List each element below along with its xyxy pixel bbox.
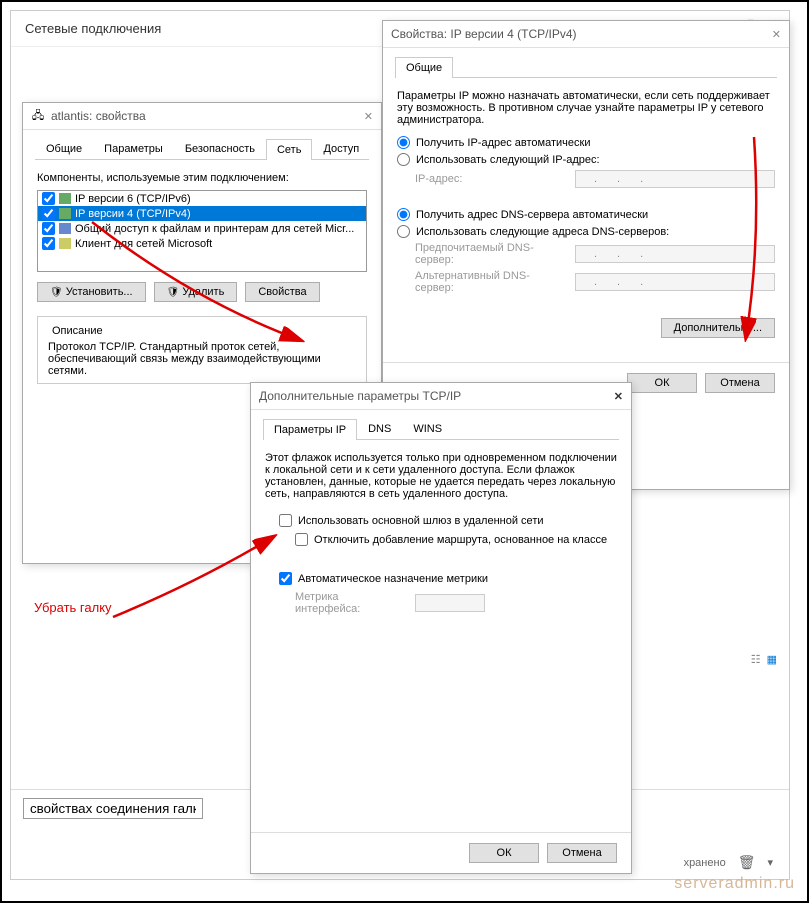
components-list[interactable]: IP версии 6 (TCP/IPv6) IP версии 4 (TCP/… bbox=[37, 190, 367, 272]
install-button[interactable]: Установить... bbox=[37, 282, 146, 302]
radio-label: Использовать следующий IP-адрес: bbox=[416, 154, 600, 166]
list-item-label: IP версии 6 (TCP/IPv6) bbox=[75, 193, 191, 205]
tab-network[interactable]: Сеть bbox=[266, 139, 312, 160]
description-title: Описание bbox=[48, 325, 107, 337]
ok-button[interactable]: ОК bbox=[627, 373, 697, 393]
radio-label: Использовать следующие адреса DNS-сервер… bbox=[416, 226, 669, 238]
radio-label: Получить адрес DNS-сервера автоматически bbox=[416, 209, 648, 221]
detail-view-icon[interactable]: ▦ bbox=[767, 653, 777, 666]
tab-general[interactable]: Общие bbox=[395, 57, 453, 78]
close-icon[interactable]: ✕ bbox=[614, 390, 623, 403]
ip-address-field: ... bbox=[575, 170, 775, 188]
watermark: serveradmin.ru bbox=[674, 875, 795, 893]
saved-label: хранено bbox=[684, 857, 726, 869]
description-text: Протокол TCP/IP. Стандартный проток сете… bbox=[48, 341, 356, 377]
radio-label: Получить IP-адрес автоматически bbox=[416, 137, 590, 149]
intro-text: Этот флажок используется только при одно… bbox=[265, 452, 617, 500]
client-icon bbox=[59, 238, 71, 249]
dns-pref-field: ... bbox=[575, 245, 775, 263]
tab-dns[interactable]: DNS bbox=[357, 418, 402, 439]
ok-button[interactable]: ОК bbox=[469, 843, 539, 863]
tab-ip-params[interactable]: Параметры IP bbox=[263, 419, 357, 440]
checkbox[interactable] bbox=[42, 222, 55, 235]
dns-pref-label: Предпочитаемый DNS-сервер: bbox=[415, 242, 565, 266]
disable-route-checkbox[interactable] bbox=[295, 533, 308, 546]
annotation-text: Убрать галку bbox=[34, 600, 112, 615]
list-item-label: Общий доступ к файлам и принтерам для се… bbox=[75, 223, 354, 235]
protocol-icon bbox=[59, 208, 71, 219]
tab-security[interactable]: Безопасность bbox=[174, 138, 266, 159]
auto-metric-checkbox[interactable] bbox=[279, 572, 292, 585]
tab-wins[interactable]: WINS bbox=[402, 418, 453, 439]
checkbox[interactable] bbox=[42, 207, 55, 220]
gateway-checkbox[interactable] bbox=[279, 514, 292, 527]
cancel-button[interactable]: Отмена bbox=[705, 373, 775, 393]
metric-label: Метрика интерфейса: bbox=[295, 591, 405, 615]
window-title: Свойства: IP версии 4 (TCP/IPv4) bbox=[391, 27, 577, 41]
tab-access[interactable]: Доступ bbox=[312, 138, 370, 159]
advanced-button[interactable]: Дополнительно... bbox=[661, 318, 775, 338]
search-input[interactable] bbox=[23, 798, 203, 819]
trash-icon[interactable]: 🗑 bbox=[738, 854, 756, 871]
dns-alt-field: ... bbox=[575, 273, 775, 291]
checkbox[interactable] bbox=[42, 192, 55, 205]
window-title: atlantis: свойства bbox=[51, 109, 146, 123]
chevron-down-icon[interactable]: ▾ bbox=[767, 856, 773, 869]
network-icon: 🖧 bbox=[31, 109, 45, 123]
metric-input bbox=[415, 594, 485, 612]
list-view-icon[interactable]: ☷ bbox=[751, 653, 761, 666]
properties-button[interactable]: Свойства bbox=[245, 282, 319, 302]
service-icon bbox=[59, 223, 71, 234]
window-title: Дополнительные параметры TCP/IP bbox=[259, 389, 461, 403]
tab-options[interactable]: Параметры bbox=[93, 138, 174, 159]
cancel-button[interactable]: Отмена bbox=[547, 843, 617, 863]
advanced-tcpip-window: Дополнительные параметры TCP/IP ✕ Параме… bbox=[250, 382, 632, 874]
intro-text: Параметры IP можно назначать автоматичес… bbox=[397, 90, 775, 126]
checkbox-label: Отключить добавление маршрута, основанно… bbox=[314, 534, 607, 546]
components-label: Компоненты, используемые этим подключени… bbox=[37, 172, 367, 184]
list-item-label: Клиент для сетей Microsoft bbox=[75, 238, 212, 250]
checkbox-label: Автоматическое назначение метрики bbox=[298, 573, 488, 585]
tab-general[interactable]: Общие bbox=[35, 138, 93, 159]
list-item[interactable]: IP версии 4 (TCP/IPv4) bbox=[38, 206, 366, 221]
radio-manual-dns[interactable] bbox=[397, 225, 410, 238]
list-item[interactable]: Клиент для сетей Microsoft bbox=[38, 236, 366, 251]
ip-address-label: IP-адрес: bbox=[415, 173, 565, 185]
list-item-label: IP версии 4 (TCP/IPv4) bbox=[75, 208, 191, 220]
radio-auto-ip[interactable] bbox=[397, 136, 410, 149]
close-icon[interactable]: ✕ bbox=[772, 28, 781, 41]
dns-alt-label: Альтернативный DNS-сервер: bbox=[415, 270, 565, 294]
uninstall-button[interactable]: Удалить bbox=[154, 282, 238, 302]
list-item[interactable]: IP версии 6 (TCP/IPv6) bbox=[38, 191, 366, 206]
protocol-icon bbox=[59, 193, 71, 204]
list-item[interactable]: Общий доступ к файлам и принтерам для се… bbox=[38, 221, 366, 236]
radio-manual-ip[interactable] bbox=[397, 153, 410, 166]
checkbox[interactable] bbox=[42, 237, 55, 250]
close-icon[interactable]: ✕ bbox=[364, 110, 373, 123]
radio-auto-dns[interactable] bbox=[397, 208, 410, 221]
checkbox-label: Использовать основной шлюз в удаленной с… bbox=[298, 515, 544, 527]
